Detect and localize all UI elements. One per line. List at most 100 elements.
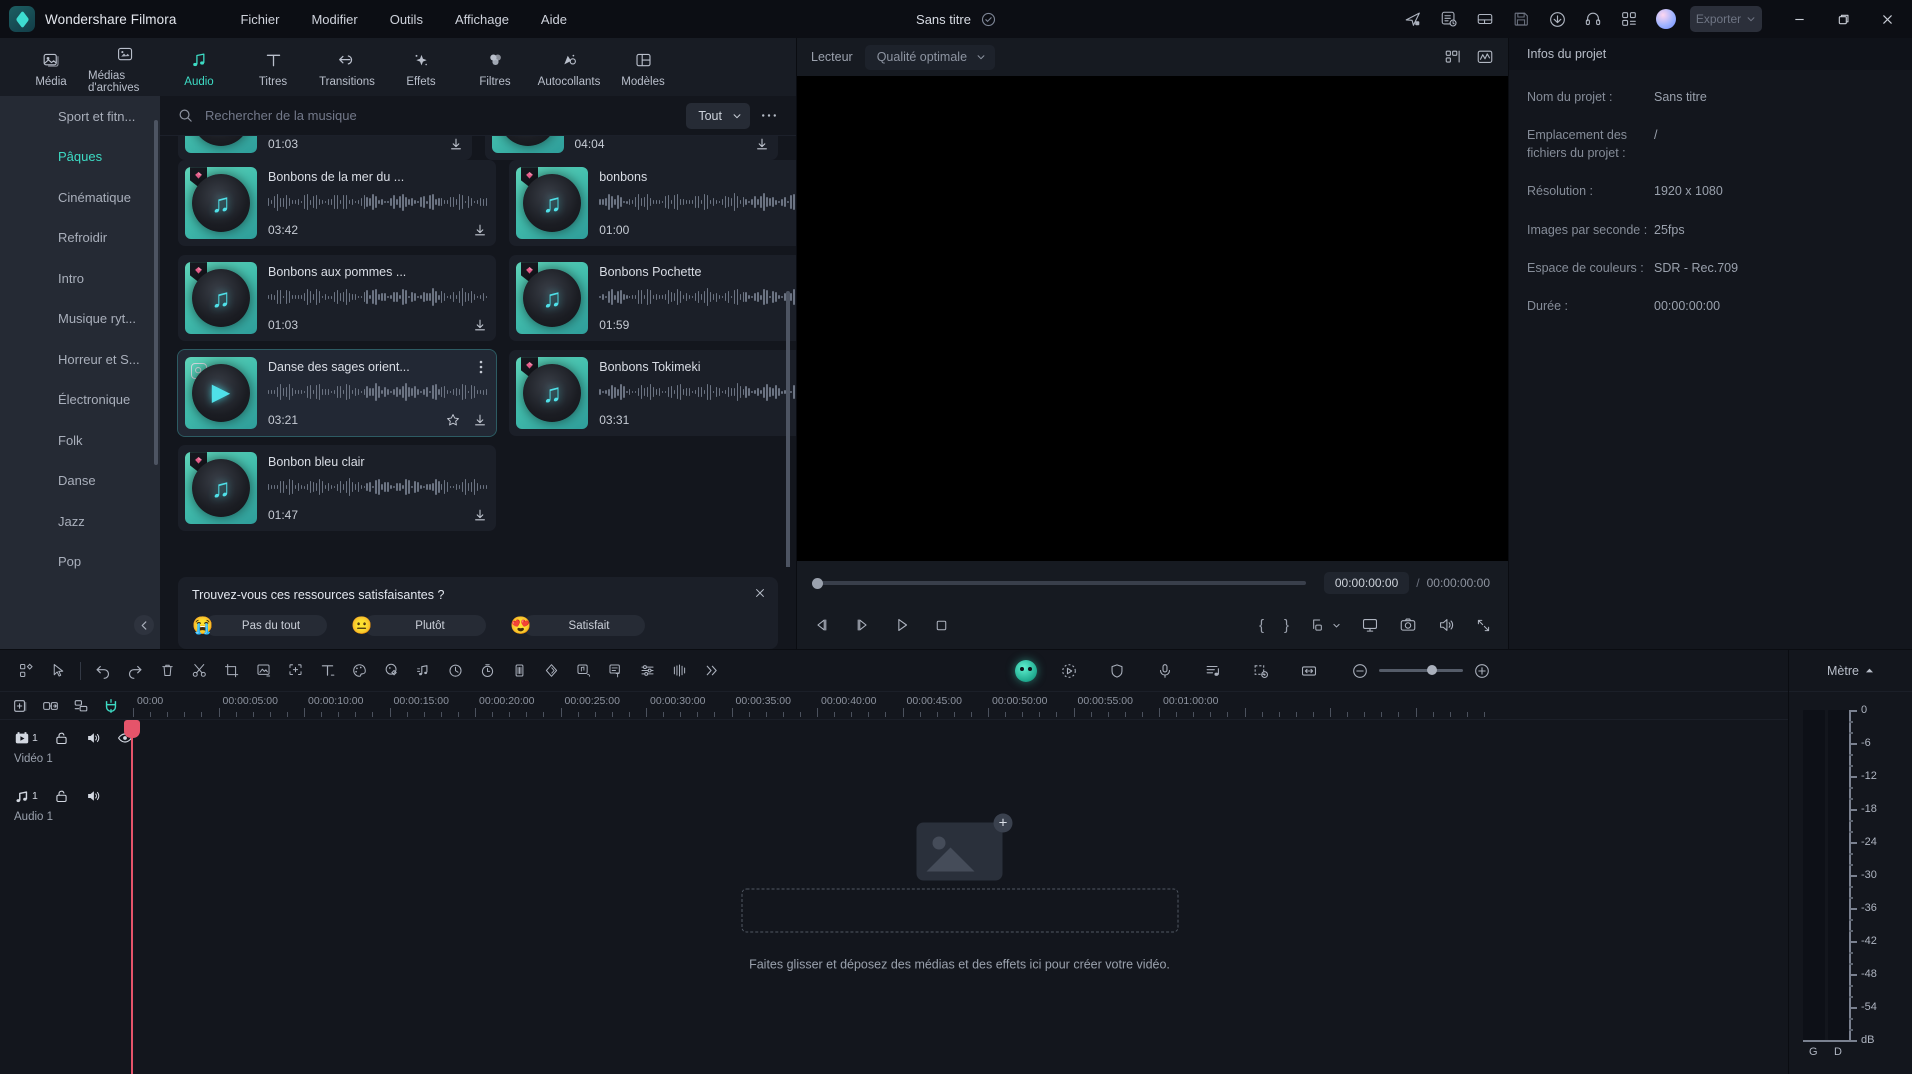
menu-affichage[interactable]: Affichage	[439, 7, 525, 32]
cast-screen-icon[interactable]	[1361, 616, 1379, 634]
selection-tool-icon[interactable]	[42, 656, 74, 686]
zoom-handle[interactable]	[1426, 665, 1437, 676]
filter-dropdown[interactable]: Tout	[686, 102, 750, 129]
redo-icon[interactable]	[119, 656, 151, 686]
split-view-icon[interactable]	[1444, 48, 1462, 66]
layout-icon[interactable]	[1468, 4, 1502, 34]
fullscreen-icon[interactable]	[1475, 617, 1492, 634]
restore-button[interactable]	[1822, 0, 1864, 38]
play-button[interactable]	[893, 616, 911, 634]
category-paques[interactable]: Pâques	[0, 137, 160, 178]
add-media-icon[interactable]: +	[993, 813, 1013, 833]
tab-effects[interactable]: Effets	[384, 46, 458, 88]
motion-tracking-icon[interactable]	[1053, 656, 1085, 686]
download-icon[interactable]	[473, 508, 487, 522]
keyframe-icon[interactable]	[535, 656, 567, 686]
category-sport[interactable]: Sport et fitn...	[0, 96, 160, 137]
category-intro[interactable]: Intro	[0, 258, 160, 299]
category-electronique[interactable]: Électronique	[0, 380, 160, 421]
timeline-ruler[interactable]: 00:00 00:00:05:00 00:00:10:00 00:00:15:00 00…	[131, 692, 1788, 719]
menu-aide[interactable]: Aide	[525, 7, 583, 32]
list-item[interactable]: ♫ Bonbons Pochette 01:59	[509, 255, 796, 341]
favorite-star-icon[interactable]	[446, 413, 460, 427]
category-folk[interactable]: Folk	[0, 420, 160, 461]
mask-icon[interactable]	[247, 656, 279, 686]
tab-filters[interactable]: Filtres	[458, 46, 532, 88]
tab-templates[interactable]: Modèles	[606, 46, 680, 88]
current-timecode[interactable]: 00:00:00:00	[1323, 572, 1410, 594]
next-frame-button[interactable]	[853, 616, 871, 634]
menu-fichier[interactable]: Fichier	[224, 7, 295, 32]
lock-icon[interactable]	[54, 789, 69, 804]
category-danse[interactable]: Danse	[0, 461, 160, 502]
auto-caption-icon[interactable]	[599, 656, 631, 686]
adjust-sliders-icon[interactable]	[631, 656, 663, 686]
tab-stock-media[interactable]: Médias d'archives	[88, 40, 162, 94]
close-icon[interactable]	[754, 587, 766, 599]
category-musique-rythmee[interactable]: Musique ryt...	[0, 299, 160, 340]
seek-handle[interactable]	[812, 577, 823, 589]
link-media-icon[interactable]	[42, 698, 59, 714]
split-scissors-icon[interactable]	[183, 656, 215, 686]
zoom-slider[interactable]	[1378, 665, 1463, 676]
timeline-tracks[interactable]: + Faites glisser et déposez des médias e…	[124, 720, 1788, 1074]
lock-icon[interactable]	[54, 731, 69, 746]
media-dropzone[interactable]: + Faites glisser et déposez des médias e…	[741, 813, 1178, 972]
add-track-icon[interactable]	[12, 698, 28, 714]
save-icon[interactable]	[1504, 4, 1538, 34]
undo-icon[interactable]	[87, 656, 119, 686]
auto-reframe-icon[interactable]	[279, 656, 311, 686]
tab-audio[interactable]: Audio	[162, 46, 236, 88]
collapse-sidebar-button[interactable]	[134, 615, 154, 635]
list-item[interactable]: ♫ 04:04	[484, 136, 778, 160]
survey-option-somewhat[interactable]: 😐 Plutôt	[351, 615, 486, 636]
track-thumbnail[interactable]: ▶	[185, 357, 257, 429]
download-icon[interactable]	[449, 137, 463, 151]
task-list-icon[interactable]	[1432, 4, 1466, 34]
snapshot-icon[interactable]	[1399, 616, 1417, 634]
category-jazz[interactable]: Jazz	[0, 501, 160, 542]
fit-timeline-icon[interactable]	[1293, 656, 1325, 686]
track-thumbnail[interactable]: ♫	[516, 167, 589, 239]
list-item[interactable]: ♫ bonbons 01:00	[509, 160, 796, 246]
track-layers-icon[interactable]	[73, 698, 89, 714]
search-input[interactable]	[205, 108, 687, 123]
music-list-scrollbar[interactable]	[786, 291, 790, 567]
crop-icon[interactable]	[215, 656, 247, 686]
stabilization-icon[interactable]	[1101, 656, 1133, 686]
list-item[interactable]: ♫ Bonbons aux pommes ... 01:03	[178, 255, 497, 341]
marker-icon[interactable]	[1245, 656, 1277, 686]
zoom-in-icon[interactable]	[1473, 662, 1491, 680]
category-refroidir[interactable]: Refroidir	[0, 218, 160, 259]
category-cinematique[interactable]: Cinématique	[0, 177, 160, 218]
more-options-button[interactable]	[754, 103, 784, 129]
mark-out-button[interactable]: }	[1284, 617, 1289, 634]
menu-outils[interactable]: Outils	[374, 7, 439, 32]
list-item[interactable]: ▶ Danse des sages orient... 03:21	[176, 349, 498, 437]
track-header-audio-1[interactable]: 1 Audio 1	[0, 778, 131, 836]
list-item[interactable]: ♫ Bonbons de la mer du ... 03:42	[178, 160, 497, 246]
ai-assistant-icon[interactable]	[1014, 659, 1037, 682]
tab-transitions[interactable]: Transitions	[310, 46, 384, 88]
track-menu-icon[interactable]	[475, 360, 487, 374]
voiceover-mic-icon[interactable]	[1149, 656, 1181, 686]
export-frame-dropdown[interactable]	[1309, 617, 1341, 634]
minimize-button[interactable]	[1778, 0, 1820, 38]
delete-icon[interactable]	[151, 656, 183, 686]
beat-detection-icon[interactable]	[1197, 656, 1229, 686]
color-match-icon[interactable]	[375, 656, 407, 686]
quality-dropdown[interactable]: Qualité optimale	[864, 44, 996, 70]
text-icon[interactable]	[311, 656, 343, 686]
tab-media[interactable]: Média	[14, 46, 88, 88]
track-thumbnail[interactable]: ♫	[185, 262, 257, 334]
list-item[interactable]: ♫ 01:03	[178, 136, 472, 160]
mute-icon[interactable]	[85, 730, 101, 746]
track-thumbnail[interactable]: ♫	[185, 167, 257, 239]
fade-icon[interactable]	[663, 656, 695, 686]
meter-header[interactable]: Mètre	[1789, 650, 1912, 692]
download-icon[interactable]	[473, 318, 487, 332]
close-button[interactable]	[1866, 0, 1908, 38]
music-grid-wrapper[interactable]: ♫ 01:03	[160, 136, 796, 567]
mute-icon[interactable]	[85, 788, 101, 804]
track-header-video-1[interactable]: 1 Vidéo 1	[0, 720, 132, 778]
